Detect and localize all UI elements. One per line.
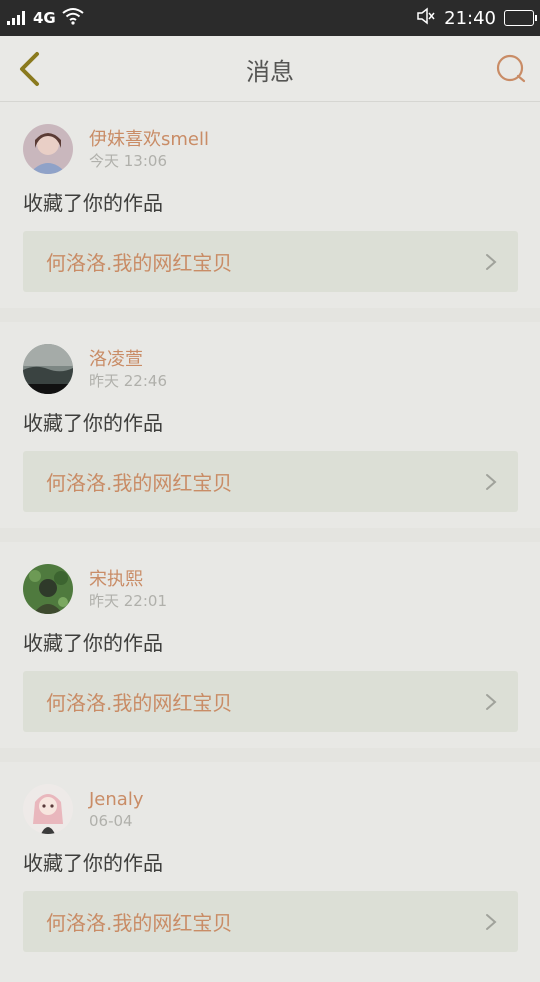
- chevron-right-icon: [486, 694, 497, 710]
- message-time: 今天 13:06: [89, 152, 167, 170]
- work-link[interactable]: 何洛洛.我的网红宝贝: [23, 671, 518, 732]
- user-name[interactable]: 伊妹喜欢smell: [89, 128, 209, 152]
- avatar[interactable]: [23, 124, 73, 174]
- user-name[interactable]: 宋执熙: [89, 568, 143, 592]
- work-title: 何洛洛.我的网红宝贝: [46, 471, 233, 495]
- avatar[interactable]: [23, 344, 73, 394]
- status-left: 4G: [7, 0, 84, 36]
- message-time: 昨天 22:46: [89, 372, 167, 390]
- chevron-left-icon: [20, 52, 39, 86]
- network-type: 4G: [33, 9, 56, 27]
- work-link[interactable]: 何洛洛.我的网红宝贝: [23, 891, 518, 952]
- message-card: 宋执熙 昨天 22:01 收藏了你的作品 何洛洛.我的网红宝贝: [0, 542, 540, 748]
- action-text: 收藏了你的作品: [23, 851, 163, 875]
- back-button[interactable]: [12, 50, 46, 88]
- user-name[interactable]: 洛凌萱: [89, 348, 143, 372]
- message-card: 伊妹喜欢smell 今天 13:06 收藏了你的作品 何洛洛.我的网红宝贝: [0, 102, 540, 308]
- chevron-right-icon: [486, 914, 497, 930]
- work-link[interactable]: 何洛洛.我的网红宝贝: [23, 451, 518, 512]
- avatar[interactable]: [23, 784, 73, 834]
- user-name[interactable]: Jenaly: [89, 788, 143, 812]
- work-title: 何洛洛.我的网红宝贝: [46, 911, 233, 935]
- action-text: 收藏了你的作品: [23, 191, 163, 215]
- message-list: 伊妹喜欢smell 今天 13:06 收藏了你的作品 何洛洛.我的网红宝贝 洛凌…: [0, 102, 540, 982]
- message-time: 昨天 22:01: [89, 592, 167, 610]
- search-button[interactable]: [494, 52, 528, 86]
- status-bar: 4G 21:40: [0, 0, 540, 36]
- message-card: 洛凌萱 昨天 22:46 收藏了你的作品 何洛洛.我的网红宝贝: [0, 322, 540, 528]
- chevron-right-icon: [486, 254, 497, 270]
- status-right: 21:40: [416, 0, 537, 36]
- work-title: 何洛洛.我的网红宝贝: [46, 691, 233, 715]
- nav-bar: 消息: [0, 36, 540, 102]
- avatar[interactable]: [23, 564, 73, 614]
- mute-icon: [416, 7, 436, 29]
- message-card: Jenaly 06-04 收藏了你的作品 何洛洛.我的网红宝贝: [0, 762, 540, 982]
- action-text: 收藏了你的作品: [23, 411, 163, 435]
- action-text: 收藏了你的作品: [23, 631, 163, 655]
- battery-icon: [504, 10, 537, 26]
- chevron-right-icon: [486, 474, 497, 490]
- page-title: 消息: [246, 57, 294, 86]
- clock-time: 21:40: [444, 7, 496, 29]
- work-title: 何洛洛.我的网红宝贝: [46, 251, 233, 275]
- message-time: 06-04: [89, 812, 133, 830]
- search-icon: [496, 54, 526, 83]
- wifi-icon: [62, 7, 84, 29]
- work-link[interactable]: 何洛洛.我的网红宝贝: [23, 231, 518, 292]
- signal-icon: [7, 11, 27, 25]
